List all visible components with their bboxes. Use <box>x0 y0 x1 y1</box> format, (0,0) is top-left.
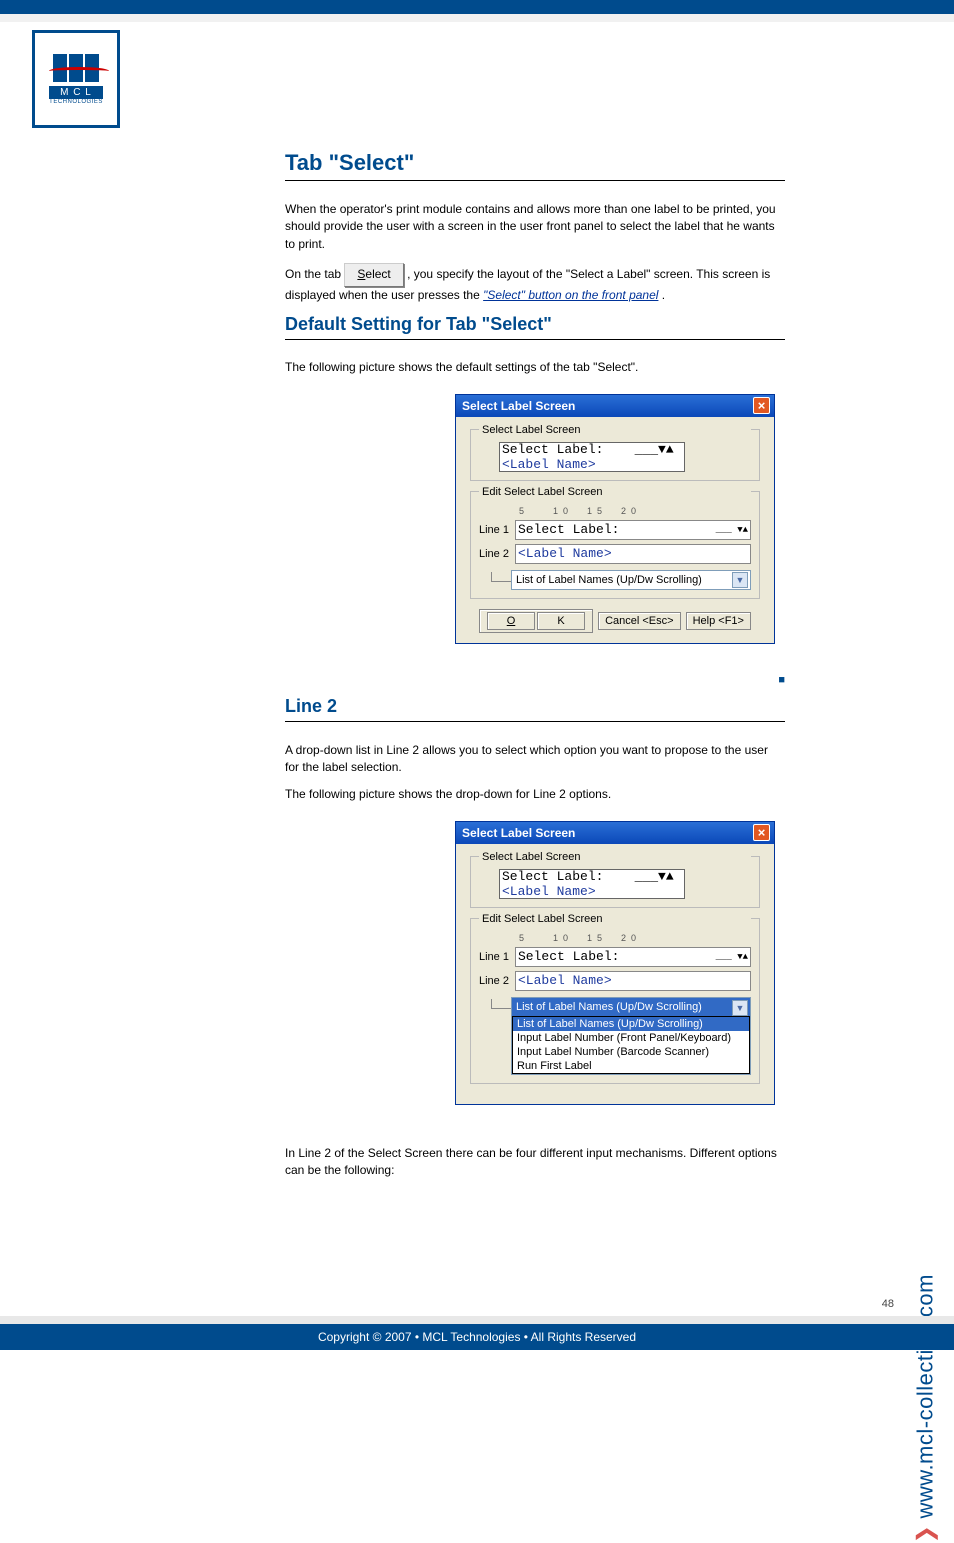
chevron-down-icon[interactable]: ▼ <box>732 1000 748 1016</box>
line2-option-dropdown-open[interactable]: List of Label Names (Up/Dw Scrolling) ▼ … <box>511 997 751 1075</box>
branch-line-icon <box>491 999 511 1009</box>
footer-bar: Copyright © 2007 • MCL Technologies • Al… <box>0 1324 954 1350</box>
paragraph-1: When the operator's print module contain… <box>285 201 785 253</box>
line2-label: Line 2 <box>479 548 515 560</box>
footer-text: Copyright © 2007 • MCL Technologies • Al… <box>318 1330 636 1344</box>
select-tab-button-image: Select <box>344 263 403 286</box>
dropdown-option[interactable]: Input Label Number (Front Panel/Keyboard… <box>513 1031 749 1045</box>
chevron-down-icon[interactable]: ▼ <box>732 572 748 588</box>
dropdown-option[interactable]: Run First Label <box>513 1059 749 1073</box>
dialog-title-text: Select Label Screen <box>462 399 575 413</box>
website-url-vertical: ❯www.mcl-collection.com <box>912 1274 938 1543</box>
line1-label: Line 1 <box>479 524 515 536</box>
page-number: 48 <box>882 1298 894 1310</box>
screen-preview: Select Label: ___▼▲ <Label Name> <box>499 869 685 899</box>
front-panel-link[interactable]: "Select" button on the front panel <box>483 288 658 302</box>
logo-letters: M C L <box>49 86 103 99</box>
line1-input[interactable]: Select Label: ___ ▼▲ <box>515 947 751 967</box>
line2-option-dropdown[interactable]: List of Label Names (Up/Dw Scrolling) ▼ <box>511 570 751 590</box>
section-title: Tab "Select" <box>285 150 785 176</box>
fieldset-preview: Select Label Screen Select Label: ___▼▲ … <box>470 856 760 908</box>
section-rule <box>285 180 785 181</box>
paragraph-4: In Line 2 of the Select Screen there can… <box>285 1145 785 1180</box>
dropdown-option[interactable]: List of Label Names (Up/Dw Scrolling) <box>513 1017 749 1031</box>
dialog-title-text: Select Label Screen <box>462 826 575 840</box>
branch-line-icon <box>491 572 511 582</box>
paragraph-2: On the tab Select , you specify the layo… <box>285 263 785 304</box>
subsection-default: Default Setting for Tab "Select" <box>285 314 785 335</box>
ok-button[interactable]: OK <box>479 609 593 633</box>
line2-display: <Label Name> <box>515 544 751 564</box>
column-ruler: 5101520 <box>519 506 751 516</box>
close-icon[interactable]: × <box>753 824 770 841</box>
section-end-marker: ■ <box>285 674 785 686</box>
line2-display: <Label Name> <box>515 971 751 991</box>
url-bullet-icon: ❯ <box>912 1525 937 1543</box>
top-spacer <box>0 14 954 22</box>
line1-input[interactable]: Select Label: ___ ▼▲ <box>515 520 751 540</box>
column-ruler: 5101520 <box>519 933 751 943</box>
bottom-spacer <box>0 1316 954 1324</box>
help-button[interactable]: Help <F1> <box>686 612 751 630</box>
cancel-button[interactable]: Cancel <Esc> <box>598 612 680 630</box>
fieldset-edit: Edit Select Label Screen 5101520 Line 1 … <box>470 918 760 1084</box>
document-body: Tab "Select" When the operator's print m… <box>285 150 785 1190</box>
top-bar <box>0 0 954 14</box>
logo-subtext: TECHNOLOGIES <box>49 99 103 105</box>
subsection-rule-1 <box>285 339 785 340</box>
line1-label: Line 1 <box>479 951 515 963</box>
dialog-select-label-1: Select Label Screen × Select Label Scree… <box>455 394 775 644</box>
fieldset-edit: Edit Select Label Screen 5101520 Line 1 … <box>470 491 760 599</box>
subsection-rule-2 <box>285 721 785 722</box>
paragraph-3: A drop-down list in Line 2 allows you to… <box>285 742 785 777</box>
brand-logo: M C L TECHNOLOGIES <box>32 30 120 128</box>
dialog-select-label-2: Select Label Screen × Select Label Scree… <box>455 821 775 1105</box>
dropdown-option[interactable]: Input Label Number (Barcode Scanner) <box>513 1045 749 1059</box>
intro-default: The following picture shows the default … <box>285 360 785 374</box>
close-icon[interactable]: × <box>753 397 770 414</box>
intro-dropdown: The following picture shows the drop-dow… <box>285 787 785 801</box>
subsection-line2: Line 2 <box>285 696 785 717</box>
dialog-titlebar[interactable]: Select Label Screen × <box>456 395 774 417</box>
screen-preview: Select Label: ___▼▲ <Label Name> <box>499 442 685 472</box>
fieldset-preview: Select Label Screen Select Label: ___▼▲ … <box>470 429 760 481</box>
dropdown-list[interactable]: List of Label Names (Up/Dw Scrolling) In… <box>512 1016 750 1074</box>
line2-label: Line 2 <box>479 975 515 987</box>
dialog-titlebar[interactable]: Select Label Screen × <box>456 822 774 844</box>
